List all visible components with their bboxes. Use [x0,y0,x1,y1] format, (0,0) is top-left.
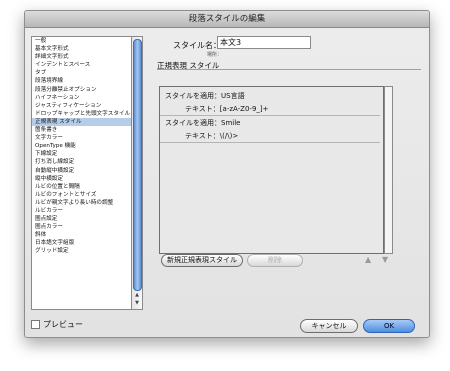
location-label: 場所： [207,52,223,58]
sidebar-item[interactable]: OpenType 機能 [32,142,142,150]
rule-apply-row-1[interactable]: スタイルを適用：US言語 [165,91,245,101]
sidebar-item[interactable]: ルビのフォントとサイズ [32,191,142,199]
rule-text-row-1[interactable]: テキスト：[a-zA-Z0-9_]+ [185,104,269,114]
window-title: 段落スタイルの編集 [25,11,429,28]
preview-checkbox[interactable] [31,320,40,329]
sidebar-item[interactable]: 縦中横設定 [32,175,142,183]
sidebar-item[interactable]: 文字カラー [32,134,142,142]
sidebar-item[interactable]: 日本語文字組版 [32,239,142,247]
sidebar-item[interactable]: 段落境界線 [32,77,142,85]
sidebar-item[interactable]: 基本文字形式 [32,45,142,53]
style-name-input[interactable]: 本文3 [217,36,311,49]
scroll-up-icon[interactable]: ▲ [133,291,141,299]
ok-button[interactable]: OK [363,319,415,333]
sidebar-item[interactable]: 下線設定 [32,150,142,158]
preview-toggle[interactable]: プレビュー [31,319,83,330]
move-up-icon[interactable]: ▲ [365,255,371,264]
scroll-down-icon[interactable]: ▼ [133,299,141,307]
sidebar-item[interactable]: インデントとスペース [32,61,142,69]
sidebar-item[interactable]: 箇条書き [32,126,142,134]
rule-apply-value[interactable]: Smile [221,119,240,127]
category-list-scrollbar[interactable]: ▲ ▼ [131,36,143,310]
rule-divider [160,115,380,116]
rule-text-value[interactable]: \(/\)> [220,132,238,140]
regex-panel-scrollbar[interactable] [384,86,393,254]
rule-text-label: テキスト： [185,105,220,113]
sidebar-item[interactable]: 打ち消し線設定 [32,158,142,166]
paragraph-style-dialog: 段落スタイルの編集 一般 基本文字形式 詳細文字形式 インデントとスペース タブ 段落境界… [24,10,430,338]
sidebar-item[interactable]: グリッド設定 [32,247,142,255]
sidebar-item[interactable]: ジャスティフィケーション [32,102,142,110]
sidebar-item[interactable]: 段落分離禁止オプション [32,86,142,94]
rule-text-value[interactable]: [a-zA-Z0-9_]+ [220,105,269,113]
category-list[interactable]: 一般 基本文字形式 詳細文字形式 インデントとスペース タブ 段落境界線 段落分離禁止オプシ… [31,36,143,310]
style-name-label: スタイル名： [173,41,221,50]
section-divider [157,69,421,70]
move-down-icon[interactable]: ▼ [382,255,388,264]
sidebar-item[interactable]: 詳細文字形式 [32,53,142,61]
sidebar-item[interactable]: ルビが親文字より長い時の調整 [32,199,142,207]
scrollbar-thumb[interactable] [133,39,142,291]
sidebar-item[interactable]: 斜体 [32,231,142,239]
sidebar-item[interactable]: 一般 [32,37,142,45]
sidebar-item[interactable]: 自動縦中横設定 [32,167,142,175]
delete-button[interactable]: 削除 [247,254,303,267]
preview-label: プレビュー [43,320,83,329]
sidebar-item[interactable]: ドロップキャップと先頭文字スタイル [32,110,142,118]
sidebar-item[interactable]: タブ [32,69,142,77]
cancel-button[interactable]: キャンセル [300,319,358,333]
rule-divider [160,142,380,143]
rule-apply-value[interactable]: US言語 [221,92,245,100]
rule-apply-row-2[interactable]: スタイルを適用：Smile [165,118,240,128]
sidebar-item[interactable]: ルビの位置と間隔 [32,183,142,191]
rule-apply-label: スタイルを適用： [165,119,221,127]
sidebar-item[interactable]: 正規表現 スタイル [32,117,142,127]
rule-apply-label: スタイルを適用： [165,92,221,100]
rule-text-label: テキスト： [185,132,220,140]
rule-text-row-2[interactable]: テキスト：\(/\)> [185,131,238,141]
sidebar-item[interactable]: 圏点カラー [32,223,142,231]
sidebar-item[interactable]: 圏点設定 [32,215,142,223]
sidebar-item[interactable]: ハイフネーション [32,94,142,102]
sidebar-item[interactable]: ルビカラー [32,207,142,215]
new-regex-style-button[interactable]: 新規正規表現スタイル [161,254,243,267]
